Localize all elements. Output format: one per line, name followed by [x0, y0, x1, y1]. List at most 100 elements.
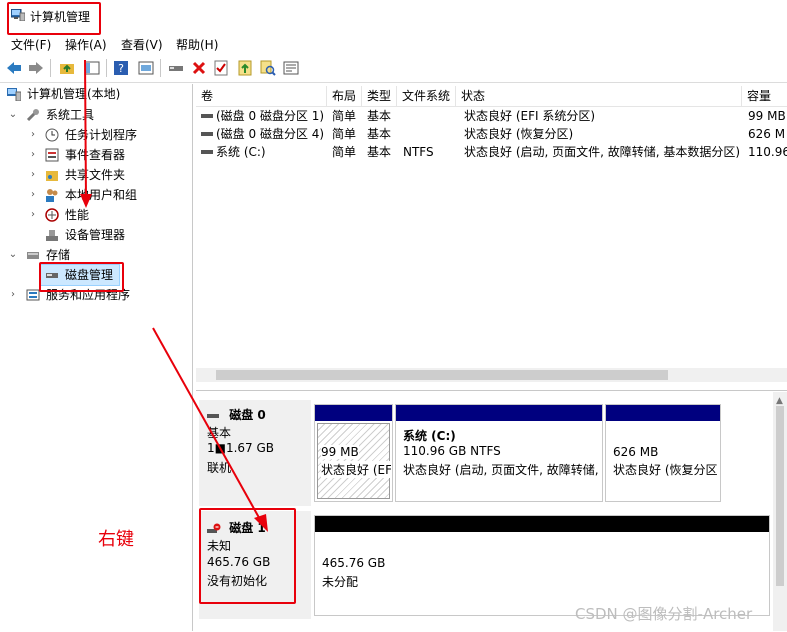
export-icon[interactable]: [282, 59, 300, 77]
chevron-right-icon[interactable]: ›: [27, 145, 39, 165]
volume-list: 卷 布局 类型 文件系统 状态 容量 (磁盘 0 磁盘分区 1) 简单 基本 状…: [196, 86, 787, 382]
event-viewer-icon: [45, 148, 59, 162]
partition-label: 系统 (C:): [403, 429, 456, 443]
disk-1-label[interactable]: 磁盘 1 未知 465.76 GB 没有初始化: [199, 511, 311, 619]
computer-management-icon: [11, 9, 25, 21]
tree-item-storage[interactable]: ⌄ 存储: [0, 245, 190, 265]
column-header-capacity[interactable]: 容量: [742, 86, 787, 106]
volume-status: 状态良好 (启动, 页面文件, 故障转储, 基本数据分区): [464, 145, 741, 159]
search-icon[interactable]: [259, 59, 277, 77]
volume-status: 状态良好 (EFI 系统分区): [464, 109, 596, 123]
volume-icon: [201, 125, 215, 143]
partition-unallocated[interactable]: 465.76 GB 未分配: [314, 515, 770, 616]
check-icon[interactable]: [212, 59, 230, 77]
volume-capacity: 626 M: [748, 127, 786, 141]
tree-item-system-tools[interactable]: ⌄ 系统工具: [0, 105, 190, 125]
partition-efi[interactable]: 99 MB 状态良好 (EFI: [314, 404, 393, 502]
device-manager-icon: [46, 230, 58, 241]
forward-icon[interactable]: [27, 59, 45, 77]
tree-label: 本地用户和组: [65, 188, 138, 202]
show-hide-tree-icon[interactable]: [83, 59, 101, 77]
table-row[interactable]: 系统 (C:) 简单 基本 NTFS 状态良好 (启动, 页面文件, 故障转储,…: [196, 143, 787, 161]
column-header-status[interactable]: 状态: [456, 86, 742, 106]
column-header-type[interactable]: 类型: [362, 86, 397, 106]
up-folder-icon[interactable]: [58, 59, 76, 77]
column-header-layout[interactable]: 布局: [327, 86, 362, 106]
chevron-right-icon[interactable]: ›: [27, 185, 39, 205]
volume-icon: [201, 143, 215, 161]
tree-label: 事件查看器: [65, 148, 126, 162]
scrollbar-thumb[interactable]: [216, 370, 668, 380]
volume-name: (磁盘 0 磁盘分区 4): [216, 127, 325, 141]
connect-icon[interactable]: [167, 59, 185, 77]
tree-item-computer-management[interactable]: 计算机管理(本地): [0, 84, 190, 104]
partition-recovery[interactable]: 626 MB 状态良好 (恢复分区: [605, 404, 721, 502]
vertical-scrollbar[interactable]: ▲: [773, 392, 787, 631]
table-row[interactable]: (磁盘 0 磁盘分区 1) 简单 基本 状态良好 (EFI 系统分区) 99 M…: [196, 107, 787, 125]
tree-label: 系统工具: [46, 108, 95, 122]
import-icon[interactable]: [236, 59, 254, 77]
menu-view[interactable]: 查看(V): [121, 36, 163, 53]
tree-item-event-viewer[interactable]: › 事件查看器: [0, 145, 190, 165]
volume-filesystem: NTFS: [403, 145, 434, 159]
tree-item-local-users[interactable]: › 本地用户和组: [0, 185, 190, 205]
disk-0-label[interactable]: 磁盘 0 基本 1■1.67 GB 联机: [199, 400, 311, 506]
disk-size: 465.76 GB: [207, 555, 271, 569]
chevron-down-icon[interactable]: ⌄: [7, 105, 19, 125]
menu-file[interactable]: 文件(F): [11, 36, 51, 53]
toolbar: ?: [0, 54, 787, 83]
tree-label: 任务计划程序: [65, 128, 138, 142]
chevron-up-icon[interactable]: ▲: [776, 396, 783, 406]
column-header-volume[interactable]: 卷: [196, 86, 327, 106]
volume-capacity: 99 MB: [748, 109, 786, 123]
tree-item-performance[interactable]: › 性能: [0, 205, 190, 225]
chevron-right-icon[interactable]: ›: [27, 165, 39, 185]
tree-label: 计算机管理(本地): [27, 87, 121, 101]
computer-management-icon: [7, 88, 21, 101]
menu-help[interactable]: 帮助(H): [176, 36, 218, 53]
watermark: CSDN @图像分割-Archer: [575, 605, 753, 623]
annotation-right-click: 右键: [98, 529, 134, 550]
table-row[interactable]: (磁盘 0 磁盘分区 4) 简单 基本 状态良好 (恢复分区) 626 M: [196, 125, 787, 143]
volume-status: 状态良好 (恢复分区): [464, 127, 574, 141]
partition-system-c[interactable]: 系统 (C:) 110.96 GB NTFS 状态良好 (启动, 页面文件, 故…: [395, 404, 603, 502]
chevron-right-icon[interactable]: ›: [27, 125, 39, 145]
volume-icon: [201, 107, 215, 125]
tree-item-services-apps[interactable]: › 服务和应用程序: [0, 285, 190, 305]
disk-status: 没有初始化: [207, 574, 268, 588]
properties-icon[interactable]: [137, 59, 155, 77]
title-bar: 计算机管理: [0, 0, 787, 32]
volume-type: 基本: [367, 145, 392, 159]
chevron-right-icon[interactable]: ›: [27, 205, 39, 225]
volume-list-header: 卷 布局 类型 文件系统 状态 容量: [196, 86, 787, 107]
volume-layout: 简单: [332, 109, 357, 123]
delete-icon[interactable]: [190, 59, 208, 77]
scrollbar-thumb[interactable]: [776, 406, 784, 586]
disk-name: 磁盘 0: [229, 408, 266, 422]
menu-action[interactable]: 操作(A): [65, 36, 107, 53]
disk-type: 未知: [207, 539, 232, 553]
volume-name: (磁盘 0 磁盘分区 1): [216, 109, 325, 123]
column-header-filesystem[interactable]: 文件系统: [397, 86, 456, 106]
disk-1-title: 磁盘 1: [207, 519, 266, 536]
disk-0-title: 磁盘 0: [207, 406, 266, 423]
chevron-right-icon[interactable]: ›: [7, 285, 19, 305]
tree-item-device-manager[interactable]: 设备管理器: [0, 225, 190, 245]
tools-icon: [26, 109, 39, 122]
partition-size: 626 MB: [613, 445, 659, 459]
volume-type: 基本: [367, 127, 392, 141]
storage-icon: [27, 252, 39, 259]
disk-icon: [207, 413, 219, 418]
horizontal-scrollbar[interactable]: [196, 368, 787, 382]
chevron-down-icon[interactable]: ⌄: [7, 245, 19, 265]
tree-label: 共享文件夹: [65, 168, 126, 182]
volume-name: 系统 (C:): [216, 145, 266, 159]
services-icon: [26, 289, 40, 301]
help-icon[interactable]: ?: [112, 59, 130, 77]
tree-item-disk-management[interactable]: 磁盘管理: [40, 264, 120, 286]
disk-size: 1■1.67 GB: [207, 441, 275, 455]
back-icon[interactable]: [5, 59, 23, 77]
users-icon: [46, 189, 58, 202]
tree-item-task-scheduler[interactable]: › 任务计划程序: [0, 125, 190, 145]
tree-item-shared-folders[interactable]: › 共享文件夹: [0, 165, 190, 185]
